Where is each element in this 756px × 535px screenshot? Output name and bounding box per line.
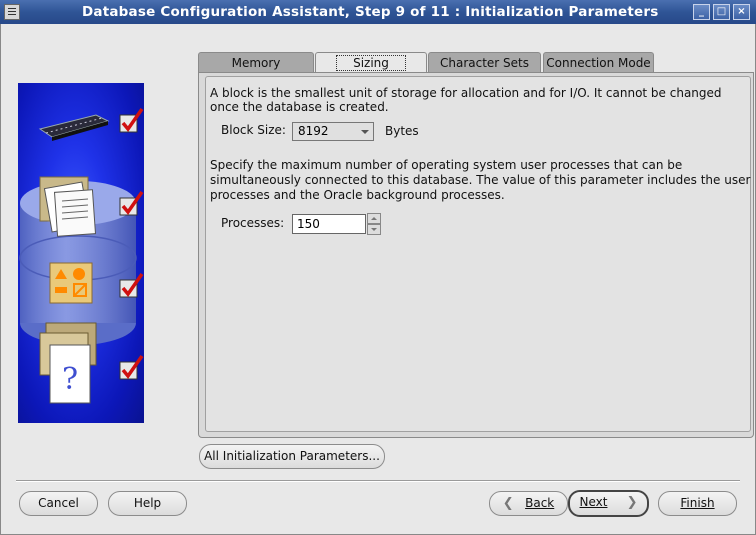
processes-description-line-2: simultaneously connected to this databas… — [210, 173, 751, 187]
chevron-left-icon: ❮ — [502, 496, 514, 511]
close-button[interactable]: × — [733, 4, 750, 20]
button-separator — [16, 480, 740, 482]
check-icon-4 — [119, 354, 144, 380]
app-icon[interactable] — [4, 4, 20, 20]
finish-button-label: Finish — [680, 496, 715, 510]
help-button[interactable]: Help — [108, 491, 187, 516]
decrement-icon[interactable] — [367, 224, 381, 235]
chevron-down-icon — [361, 130, 369, 134]
increment-icon[interactable] — [367, 213, 381, 224]
sidebar-illustration: ? — [19, 107, 144, 404]
tab-sizing[interactable]: Sizing — [315, 52, 427, 73]
block-size-unit: Bytes — [385, 124, 419, 138]
next-button[interactable]: Next ❯ — [568, 490, 649, 517]
svg-text:?: ? — [62, 362, 78, 397]
cancel-button[interactable]: Cancel — [19, 491, 98, 516]
minimize-button[interactable]: _ — [693, 4, 710, 20]
block-size-value: 8192 — [298, 124, 329, 138]
processes-field[interactable]: 150 — [292, 214, 366, 234]
next-button-label: Next — [579, 495, 608, 509]
title-bar[interactable]: Database Configuration Assistant, Step 9… — [0, 0, 756, 24]
help-document-icon: ? — [39, 322, 97, 404]
processes-value: 150 — [297, 217, 320, 231]
tab-connection-mode[interactable]: Connection Mode — [543, 52, 654, 72]
back-button[interactable]: ❮ Back — [489, 491, 568, 516]
shapes-icon — [49, 262, 93, 304]
tab-memory[interactable]: Memory — [198, 52, 314, 72]
memory-chip-icon — [38, 114, 110, 141]
block-size-label: Block Size: — [221, 123, 286, 137]
all-initialization-parameters-button[interactable]: All Initialization Parameters... — [199, 444, 385, 469]
wizard-sidebar: ? — [18, 83, 144, 423]
maximize-button[interactable]: □ — [713, 4, 730, 20]
tab-sizing-label: Sizing — [336, 55, 406, 71]
window-title: Database Configuration Assistant, Step 9… — [82, 4, 659, 20]
finish-button[interactable]: Finish — [658, 491, 737, 516]
back-button-label: Back — [525, 496, 555, 510]
block-size-select[interactable]: 8192 — [292, 122, 374, 141]
processes-description-line-1: Specify the maximum number of operating … — [210, 158, 683, 172]
processes-label: Processes: — [221, 216, 285, 230]
block-description-line-2: once the database is created. — [210, 100, 389, 114]
check-icon-1 — [119, 107, 144, 133]
processes-stepper[interactable] — [367, 213, 381, 235]
processes-description-line-3: processes and the Oracle background proc… — [210, 188, 505, 202]
chevron-right-icon: ❯ — [626, 495, 638, 510]
tab-character-sets[interactable]: Character Sets — [428, 52, 541, 72]
block-description-line-1: A block is the smallest unit of storage … — [210, 86, 722, 100]
